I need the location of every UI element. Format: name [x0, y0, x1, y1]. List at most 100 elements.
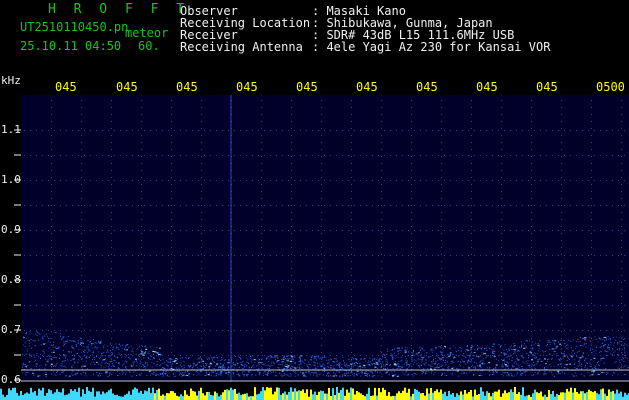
noise-dot	[386, 348, 388, 350]
noise-dot	[165, 371, 167, 373]
noise-dot	[615, 336, 617, 338]
noise-dot	[198, 373, 200, 375]
noise-dot	[549, 342, 551, 343]
grid-dot	[96, 205, 97, 206]
grid-dot	[480, 280, 481, 281]
grid-dot	[108, 155, 109, 156]
noise-dot	[338, 371, 340, 373]
noise-dot	[310, 374, 311, 376]
noise-dot	[577, 350, 579, 352]
grid-dot	[324, 280, 325, 281]
noise-dot	[195, 371, 197, 372]
noise-dot	[573, 353, 575, 355]
level-bar-segment	[26, 392, 28, 400]
grid-dot	[441, 142, 442, 143]
grid-dot	[141, 247, 142, 248]
level-bar-segment	[440, 389, 442, 400]
grid-dot	[501, 121, 502, 122]
grid-dot	[261, 345, 262, 346]
grid-dot	[402, 180, 403, 181]
noise-dot	[623, 358, 625, 360]
grid-dot	[111, 184, 112, 185]
noise-dot	[294, 362, 296, 364]
level-bar-segment	[560, 392, 562, 400]
grid-dot	[561, 100, 562, 101]
grid-dot	[411, 149, 412, 150]
noise-dot	[586, 361, 588, 363]
noise-dot	[579, 340, 581, 342]
noise-dot	[578, 350, 580, 352]
noise-dot	[516, 368, 518, 370]
grid-dot	[558, 180, 559, 181]
noise-dot	[61, 372, 63, 373]
noise-dot	[126, 344, 128, 346]
grid-dot	[411, 114, 412, 115]
level-bar-segment	[186, 394, 188, 400]
noise-dot	[508, 362, 510, 364]
noise-dot	[493, 353, 495, 354]
noise-dot	[439, 365, 441, 367]
noise-dot	[41, 350, 43, 352]
noise-dot	[198, 358, 200, 360]
grid-dot	[174, 180, 175, 181]
grid-dot	[501, 324, 502, 325]
level-bar-segment	[160, 395, 162, 400]
grid-dot	[306, 230, 307, 231]
noise-dot	[121, 355, 123, 357]
noise-dot	[155, 372, 157, 374]
noise-dot	[72, 340, 74, 342]
grid-dot	[348, 355, 349, 356]
grid-dot	[291, 212, 292, 213]
noise-dot	[109, 343, 111, 345]
grid-dot	[570, 130, 571, 131]
grid-dot	[321, 142, 322, 143]
noise-dot	[166, 365, 168, 367]
noise-dot	[258, 374, 260, 376]
level-bar-segment	[302, 389, 304, 400]
noise-dot	[584, 365, 586, 367]
grid-dot	[321, 352, 322, 353]
noise-dot	[488, 367, 490, 369]
grid-dot	[438, 130, 439, 131]
grid-dot	[411, 219, 412, 220]
grid-dot	[252, 155, 253, 156]
noise-dot	[224, 359, 226, 361]
noise-dot	[248, 371, 250, 373]
noise-dot	[204, 375, 206, 376]
level-bar-segment	[434, 391, 436, 400]
grid-dot	[540, 355, 541, 356]
grid-dot	[381, 163, 382, 164]
noise-dot	[617, 367, 619, 369]
grid-dot	[174, 330, 175, 331]
noise-dot	[383, 365, 385, 367]
grid-dot	[201, 303, 202, 304]
grid-dot	[531, 219, 532, 220]
level-bar-segment	[162, 394, 164, 400]
grid-dot	[111, 170, 112, 171]
grid-dot	[51, 317, 52, 318]
grid-dot	[204, 355, 205, 356]
grid-dot	[240, 255, 241, 256]
grid-dot	[411, 289, 412, 290]
noise-dot	[579, 357, 582, 359]
level-bar-segment	[194, 391, 196, 400]
noise-dot	[108, 368, 110, 370]
noise-dot	[228, 362, 229, 364]
noise-dot	[534, 357, 535, 359]
noise-dot	[238, 366, 240, 368]
noise-dot	[551, 371, 553, 373]
noise-dot	[74, 372, 76, 374]
noise-dot	[327, 366, 329, 368]
noise-dot	[449, 355, 451, 357]
grid-dot	[321, 345, 322, 346]
noise-dot	[595, 338, 597, 340]
noise-dot	[567, 345, 569, 347]
grid-dot	[600, 180, 601, 181]
noise-dot	[73, 348, 75, 350]
noise-dot	[281, 375, 283, 377]
noise-dot	[412, 375, 414, 377]
level-bar-segment	[168, 393, 170, 400]
level-bar-segment	[480, 387, 482, 400]
grid-dot	[24, 330, 25, 331]
grid-dot	[381, 345, 382, 346]
